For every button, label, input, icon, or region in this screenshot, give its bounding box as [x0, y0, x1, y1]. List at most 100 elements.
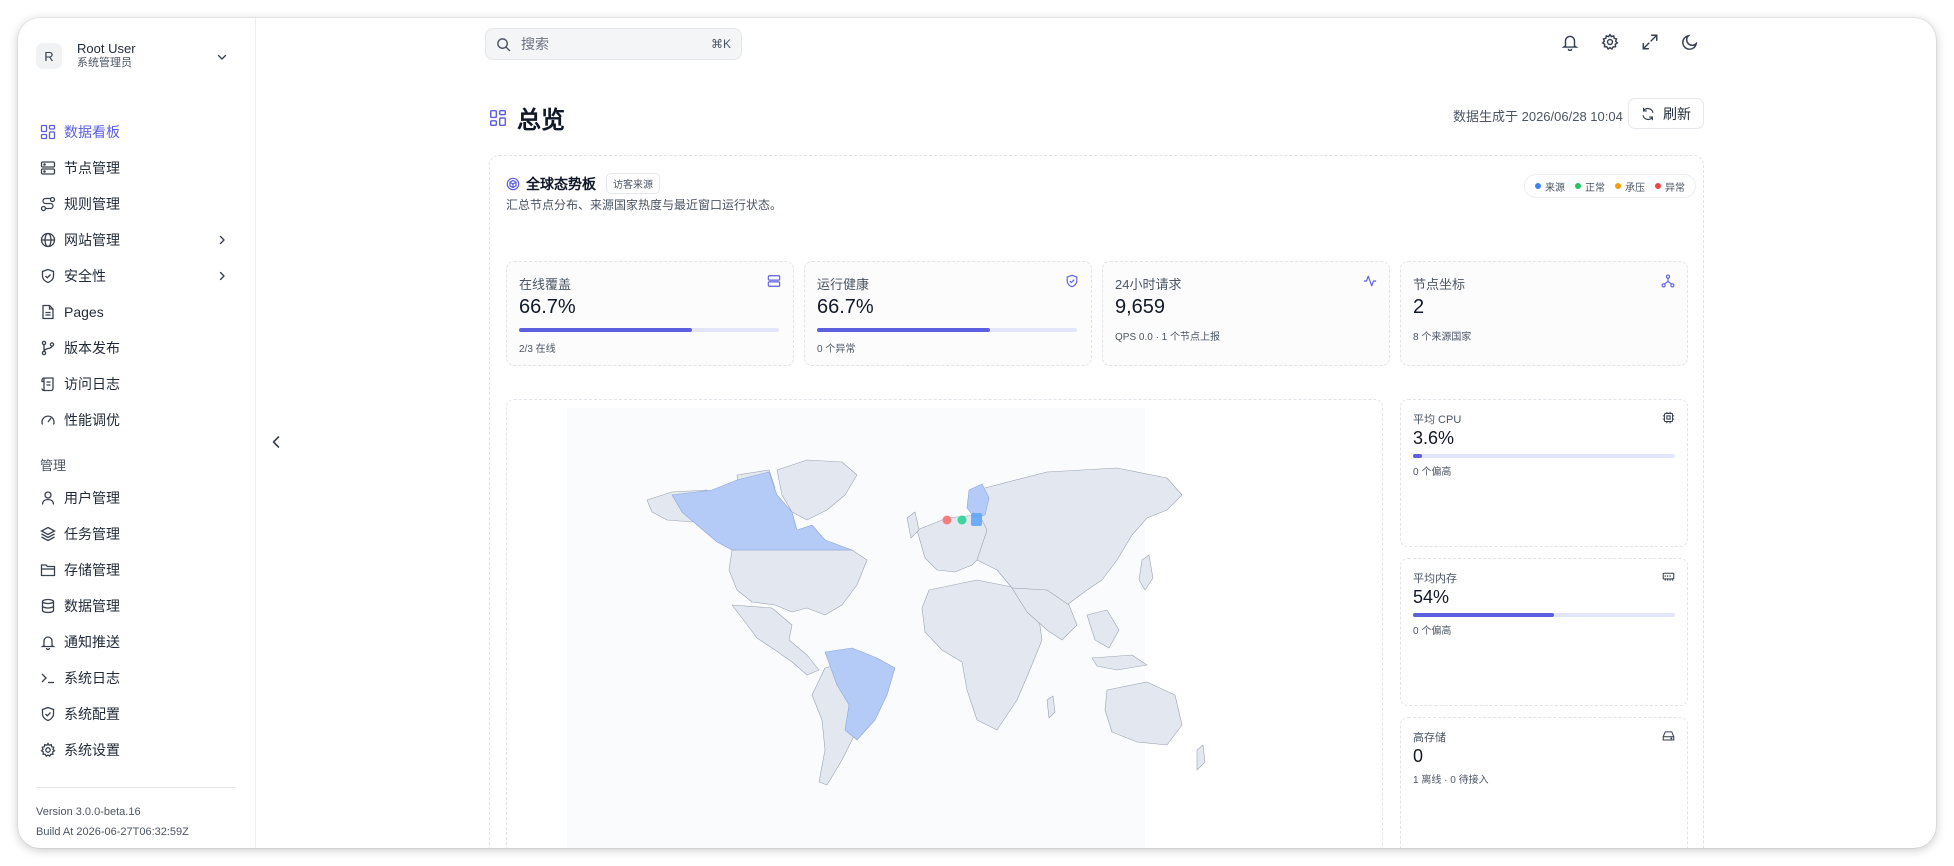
generated-time: 数据生成于 2026/06/28 10:04: [1453, 109, 1623, 124]
metric-subtext: 0 个偏高: [1413, 467, 1452, 478]
sidebar-item-pages[interactable]: Pages: [36, 294, 240, 330]
gear-icon[interactable]: [1601, 33, 1619, 51]
scroll-icon: [40, 376, 56, 392]
status-legend: 来源 正常 承压 异常: [1524, 174, 1696, 198]
progress-bar: [817, 328, 1077, 332]
progress-fill: [1413, 613, 1555, 617]
sidebar-item-notifications[interactable]: 通知推送: [36, 624, 240, 660]
refresh-button[interactable]: 刷新: [1628, 98, 1704, 129]
stat-card-requests: 24小时请求 9,659 QPS 0.0 · 1 个节点上报: [1102, 261, 1390, 366]
metric-value: 3.6%: [1413, 428, 1455, 448]
file-icon: [40, 304, 56, 320]
sidebar: R Root User 系统管理员 数据看板 节点管理 规则管理 网站管理 安全…: [18, 18, 256, 848]
visitor-source-tag: 访客来源: [606, 173, 660, 194]
stat-value: 2: [1413, 296, 1425, 318]
collapse-sidebar-icon[interactable]: [268, 434, 284, 450]
shield-icon: [40, 706, 56, 722]
sidebar-item-dashboard[interactable]: 数据看板: [36, 114, 240, 150]
sidebar-item-label: 任务管理: [64, 526, 120, 542]
search-shortcut: ⌘K: [710, 37, 731, 51]
sidebar-item-tasks[interactable]: 任务管理: [36, 516, 240, 552]
gear-icon: [40, 742, 56, 758]
metric-label: 平均内存: [1413, 573, 1457, 585]
network-icon: [1661, 274, 1675, 288]
cpu-icon: [1662, 411, 1675, 424]
folder-icon: [40, 562, 56, 578]
search-input[interactable]: 搜索 ⌘K: [485, 28, 742, 60]
node-marker-normal: [957, 515, 967, 525]
legend-dot: [1615, 183, 1621, 189]
search-placeholder: 搜索: [521, 36, 549, 52]
server-icon: [767, 274, 781, 288]
sidebar-item-label: 数据看板: [64, 124, 120, 140]
sidebar-item-storage[interactable]: 存储管理: [36, 552, 240, 588]
memory-icon: [1662, 570, 1675, 583]
world-map[interactable]: [506, 399, 1383, 848]
dashboard-icon: [40, 124, 56, 140]
global-situation-panel: 全球态势板 访客来源 汇总节点分布、来源国家热度与最近窗口运行状态。 来源 正常…: [489, 155, 1704, 848]
stat-label: 24小时请求: [1115, 277, 1182, 292]
stat-subtext: 2/3 在线: [519, 344, 556, 355]
sidebar-item-system-logs[interactable]: 系统日志: [36, 660, 240, 696]
moon-icon[interactable]: [1681, 33, 1699, 51]
sidebar-item-label: 网站管理: [64, 232, 120, 248]
sidebar-item-performance[interactable]: 性能调优: [36, 402, 240, 438]
panel-description: 汇总节点分布、来源国家热度与最近窗口运行状态。: [506, 198, 783, 212]
sidebar-item-label: 节点管理: [64, 160, 120, 176]
world-map-graphic: [567, 408, 1206, 848]
shield-check-icon: [1065, 274, 1079, 288]
bell-icon[interactable]: [1561, 33, 1579, 51]
database-icon: [40, 598, 56, 614]
chevron-down-icon: [217, 54, 227, 60]
legend-dot: [1655, 183, 1661, 189]
cube-icon: [506, 177, 520, 190]
sidebar-item-label: 版本发布: [64, 340, 120, 356]
progress-fill: [1413, 454, 1423, 458]
user-switcher[interactable]: R Root User 系统管理员: [36, 34, 236, 78]
sidebar-item-label: 通知推送: [64, 634, 120, 650]
server-icon: [40, 160, 56, 176]
sidebar-item-data[interactable]: 数据管理: [36, 588, 240, 624]
sidebar-item-nodes[interactable]: 节点管理: [36, 150, 240, 186]
sidebar-item-users[interactable]: 用户管理: [36, 480, 240, 516]
stat-label: 节点坐标: [1413, 277, 1466, 292]
fullscreen-icon[interactable]: [1641, 33, 1659, 51]
stat-card-online-coverage: 在线覆盖 66.7% 2/3 在线: [506, 261, 794, 366]
sidebar-item-rules[interactable]: 规则管理: [36, 186, 240, 222]
legend-label: 异常: [1665, 182, 1685, 194]
build-text: Build At 2026-06-27T06:32:59Z: [36, 826, 189, 838]
user-icon: [40, 490, 56, 506]
sidebar-item-system-settings[interactable]: 系统设置: [36, 732, 240, 768]
user-role: 系统管理员: [77, 57, 132, 69]
stat-subtext: 8 个来源国家: [1413, 332, 1472, 343]
search-icon: [497, 37, 511, 51]
metric-subtext: 1 离线 · 0 待接入: [1413, 775, 1489, 786]
refresh-label: 刷新: [1663, 105, 1691, 122]
sidebar-item-websites[interactable]: 网站管理: [36, 222, 240, 258]
main-nav: 数据看板 节点管理 规则管理 网站管理 安全性 Pages 版本发布 访问日志 …: [36, 114, 240, 438]
sidebar-item-access-logs[interactable]: 访问日志: [36, 366, 240, 402]
panel-header: 全球态势板 访客来源: [506, 173, 660, 194]
stat-label: 在线覆盖: [519, 277, 572, 292]
gauge-icon: [40, 412, 56, 428]
sidebar-item-releases[interactable]: 版本发布: [36, 330, 240, 366]
sidebar-item-system-config[interactable]: 系统配置: [36, 696, 240, 732]
version-text: Version 3.0.0-beta.16: [36, 806, 141, 818]
sidebar-item-label: 安全性: [64, 268, 106, 284]
metric-value: 0: [1413, 746, 1424, 766]
app-window: R Root User 系统管理员 数据看板 节点管理 规则管理 网站管理 安全…: [18, 18, 1936, 848]
panel-title: 全球态势板: [526, 175, 596, 192]
node-marker-source: [971, 513, 982, 526]
stat-card-node-coords: 节点坐标 2 8 个来源国家: [1400, 261, 1688, 366]
progress-fill: [519, 328, 693, 332]
progress-fill: [817, 328, 991, 332]
metric-label: 高存储: [1413, 732, 1446, 744]
legend-label: 来源: [1545, 182, 1565, 194]
progress-bar: [519, 328, 779, 332]
metric-value: 54%: [1413, 587, 1450, 607]
progress-bar: [1413, 454, 1675, 458]
branch-icon: [40, 340, 56, 356]
top-toolbar: [1561, 33, 1699, 51]
sidebar-item-security[interactable]: 安全性: [36, 258, 240, 294]
admin-nav: 用户管理 任务管理 存储管理 数据管理 通知推送 系统日志 系统配置 系统设置: [36, 480, 240, 768]
